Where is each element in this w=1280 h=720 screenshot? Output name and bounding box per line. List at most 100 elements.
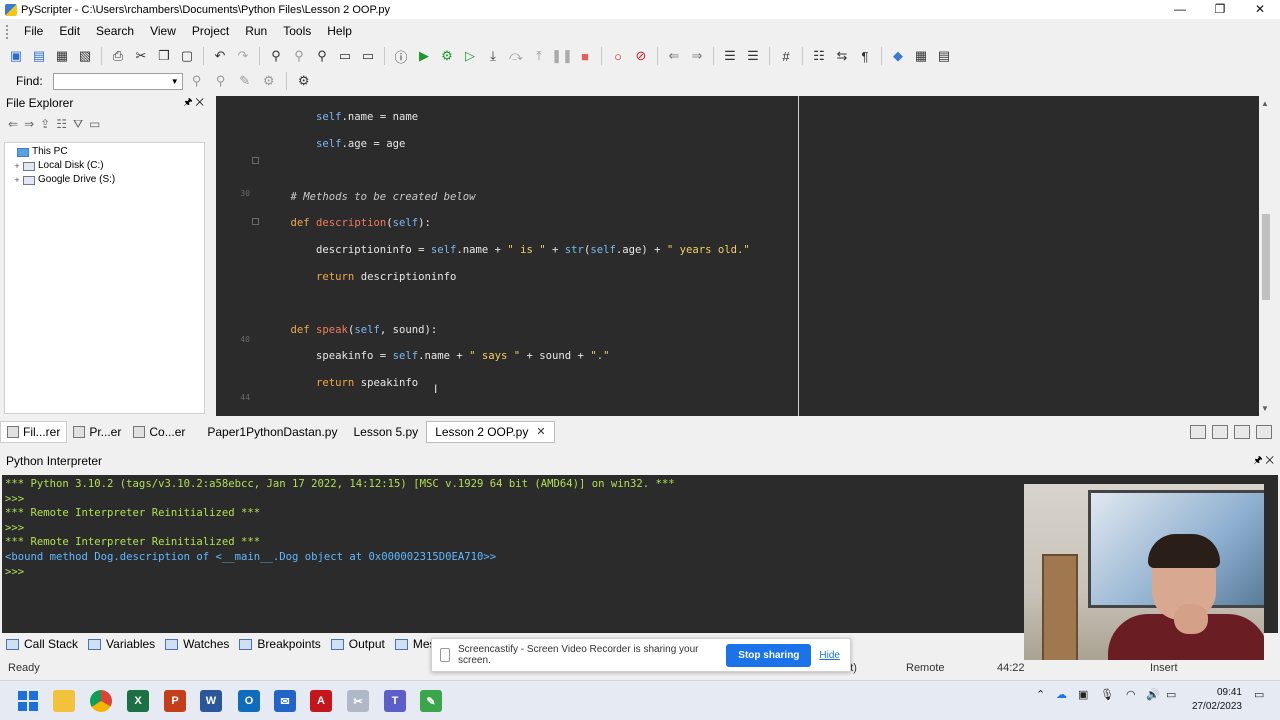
hide-link[interactable]: Hide (819, 650, 840, 661)
highlight-icon[interactable]: ✎ (235, 71, 255, 91)
debug-icon[interactable]: ⚙ (437, 46, 457, 66)
show-hidden-icons-icon[interactable]: ⌃ (1036, 688, 1045, 701)
tree-expander[interactable]: + (11, 159, 23, 173)
tree-item-local-disk[interactable]: + Local Disk (C:) (5, 159, 204, 173)
chrome-icon[interactable] (90, 690, 112, 712)
step-out-icon[interactable]: ⤒ (529, 46, 549, 66)
editor-vertical-scrollbar[interactable]: ▲ ▼ (1259, 96, 1273, 416)
file-tab[interactable]: Lesson 5.py (345, 421, 426, 443)
copy-icon[interactable]: ❐ (154, 46, 174, 66)
new-file-icon[interactable]: ▣ (6, 46, 26, 66)
find-in-files-icon[interactable]: ▭ (335, 46, 355, 66)
tree-item-google-drive[interactable]: + Google Drive (S:) (5, 173, 204, 187)
tab-variables[interactable]: Variables (88, 637, 155, 651)
excel-icon[interactable]: X (127, 690, 149, 712)
find-icon[interactable]: ⚲ (266, 46, 286, 66)
step-over-icon[interactable]: ⤼ (506, 46, 526, 66)
menu-file[interactable]: File (16, 20, 51, 43)
word-wrap-icon[interactable]: ⇆ (832, 46, 852, 66)
view-menu-icon[interactable]: ☷ (56, 117, 67, 131)
tab-project-explorer[interactable]: Pr...er (67, 421, 127, 443)
tree-expander[interactable]: + (11, 173, 23, 187)
stop-sharing-button[interactable]: Stop sharing (726, 643, 812, 667)
goto-line-icon[interactable]: ▭ (358, 46, 378, 66)
run-to-cursor-icon[interactable]: ▷ (460, 46, 480, 66)
fold-marker[interactable] (252, 218, 259, 225)
menu-edit[interactable]: Edit (51, 20, 88, 43)
menu-run[interactable]: Run (237, 20, 275, 43)
menu-view[interactable]: View (142, 20, 184, 43)
open-file-icon[interactable]: ▤ (29, 46, 49, 66)
tab-call-stack[interactable]: Call Stack (6, 637, 78, 651)
back-icon[interactable]: ⇐ (664, 46, 684, 66)
close-panel-icon[interactable]: ✕ (195, 97, 204, 108)
snipping-tool-icon[interactable]: ✂ (347, 690, 369, 712)
acrobat-icon[interactable]: A (310, 690, 332, 712)
comment-icon[interactable]: # (776, 46, 796, 66)
find-options-icon[interactable]: ⚙ (259, 71, 279, 91)
outlook-icon[interactable]: O (238, 690, 260, 712)
mail-icon[interactable]: ✉ (274, 690, 296, 712)
python-versions-icon[interactable]: ◆ (888, 46, 908, 66)
filter-icon[interactable]: ⛛ (73, 117, 83, 132)
save-all-icon[interactable]: ▧ (75, 46, 95, 66)
powerpoint-icon[interactable]: P (164, 690, 186, 712)
teams-tray-icon[interactable]: ▣ (1078, 688, 1088, 701)
tab-file-explorer[interactable]: Fil...rer (0, 421, 68, 443)
forward-icon[interactable]: ⇒ (24, 117, 34, 131)
new-tab-icon[interactable] (1212, 425, 1228, 439)
step-into-icon[interactable]: ⤓ (483, 46, 503, 66)
close-all-icon[interactable] (1256, 425, 1272, 439)
volume-icon[interactable]: 🔊 (1146, 688, 1160, 701)
find-next-button-icon[interactable]: ⚲ (187, 71, 207, 91)
pin-icon[interactable]: 🖈 (1253, 455, 1262, 466)
code-text[interactable]: self.name = name self.age = age # Method… (265, 98, 750, 416)
undo-icon[interactable]: ↶ (210, 46, 230, 66)
minimize-button[interactable]: — (1160, 0, 1200, 19)
find-prev-button-icon[interactable]: ⚲ (211, 71, 231, 91)
replace-icon[interactable]: ⚲ (312, 46, 332, 66)
notifications-icon[interactable]: ▭ (1254, 688, 1264, 701)
indent-icon[interactable]: ☰ (720, 46, 740, 66)
forward-icon[interactable]: ⇒ (687, 46, 707, 66)
menu-help[interactable]: Help (319, 20, 360, 43)
save-icon[interactable]: ▦ (52, 46, 72, 66)
back-icon[interactable]: ⇐ (8, 117, 18, 131)
paste-icon[interactable]: ▢ (177, 46, 197, 66)
file-explorer-icon[interactable] (53, 690, 75, 712)
menu-project[interactable]: Project (184, 20, 237, 43)
menu-tools[interactable]: Tools (275, 20, 319, 43)
redo-icon[interactable]: ↷ (233, 46, 253, 66)
scroll-down-icon[interactable]: ▼ (1261, 404, 1269, 413)
microphone-icon[interactable]: 🎙 (1100, 688, 1114, 701)
close-tab-icon[interactable]: ✕ (536, 421, 545, 443)
tree-item-this-pc[interactable]: This PC (5, 145, 204, 159)
teams-icon[interactable]: T (384, 690, 406, 712)
tab-watches[interactable]: Watches (165, 637, 229, 651)
file-tab-active[interactable]: Lesson 2 OOP.py ✕ (426, 421, 555, 443)
folder-up-icon[interactable]: ⇪ (40, 117, 50, 131)
close-panel-icon[interactable]: ✕ (1265, 455, 1274, 466)
battery-icon[interactable]: ▭ (1166, 688, 1176, 701)
tab-code-explorer[interactable]: Co...er (127, 421, 191, 443)
fold-marker[interactable] (252, 157, 259, 164)
toolbar-options-icon[interactable]: ▤ (934, 46, 954, 66)
scroll-up-icon[interactable]: ▲ (1261, 99, 1269, 108)
run-icon[interactable]: ▶ (414, 46, 434, 66)
tab-list-icon[interactable] (1190, 425, 1206, 439)
open-tab-icon[interactable] (1234, 425, 1250, 439)
code-editor[interactable]: 30 40 44 self.name = name self.age = age #… (216, 96, 1273, 416)
find-settings-icon[interactable]: ⚙ (294, 71, 314, 91)
pin-icon[interactable]: 🖈 (183, 97, 192, 108)
print-icon[interactable]: ⎙ (108, 46, 128, 66)
maximize-button[interactable]: ❐ (1200, 0, 1240, 19)
wifi-icon[interactable]: ◠ (1126, 688, 1136, 701)
word-icon[interactable]: W (200, 690, 222, 712)
special-chars-icon[interactable]: ¶ (855, 46, 875, 66)
scrollbar-thumb[interactable] (1262, 214, 1270, 300)
cut-icon[interactable]: ✂ (131, 46, 151, 66)
taskbar-clock[interactable]: 09:41 27/02/2023 (1192, 686, 1242, 714)
stop-icon[interactable]: ■ (575, 46, 595, 66)
tab-breakpoints[interactable]: Breakpoints (239, 637, 321, 651)
close-button[interactable]: ✕ (1240, 0, 1280, 19)
